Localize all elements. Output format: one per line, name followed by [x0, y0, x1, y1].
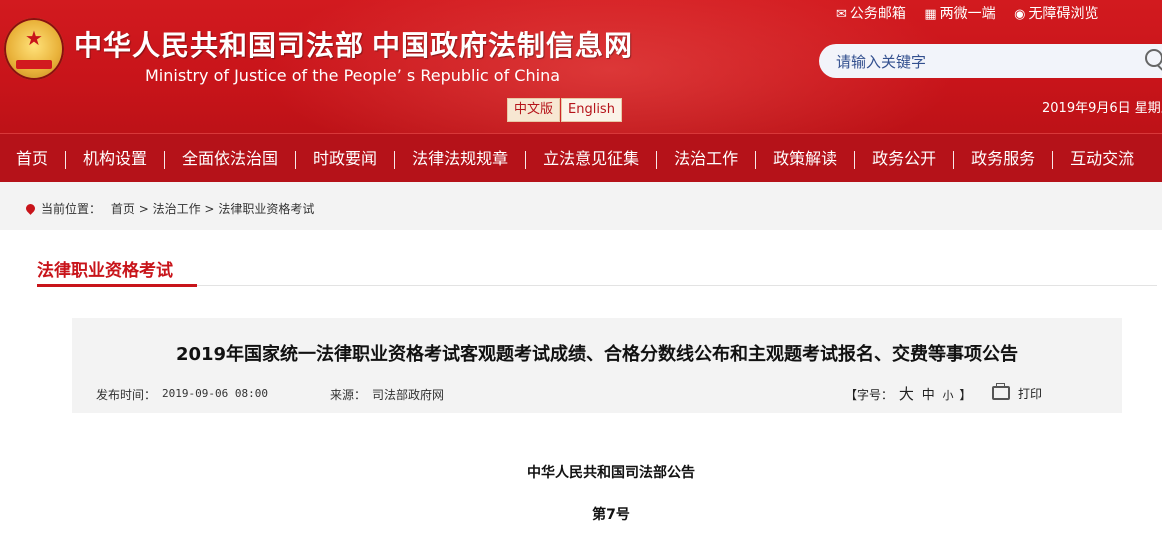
publish-time: 2019-09-06 08:00	[162, 387, 268, 400]
search-input[interactable]	[834, 50, 1138, 74]
print-label: 打印	[1018, 387, 1043, 401]
mail-icon: ✉	[836, 7, 847, 22]
font-size-label-end: 】	[959, 388, 972, 402]
nav-separator	[953, 150, 955, 169]
breadcrumb: 当前位置： 首页 > 法治工作 > 法律职业资格考试	[24, 200, 314, 217]
article-title: 2019年国家统一法律职业资格考试客观题考试成绩、合格分数线公布和主观题考试报名…	[175, 344, 1019, 365]
article-header: 2019年国家统一法律职业资格考试客观题考试成绩、合格分数线公布和主观题考试报名…	[72, 318, 1122, 413]
breadcrumb-bar: 当前位置： 首页 > 法治工作 > 法律职业资格考试	[0, 182, 1162, 230]
eye-icon: ◉	[1014, 7, 1026, 22]
breadcrumb-separator: >	[138, 202, 149, 216]
nav-separator	[854, 150, 856, 169]
location-pin-icon	[24, 202, 37, 215]
breadcrumb-label: 当前位置：	[41, 202, 102, 216]
nav-item-policy[interactable]: 政策解读	[773, 134, 837, 183]
mail-link[interactable]: ✉ 公务邮箱	[836, 3, 906, 23]
site-header: ★ 中华人民共和国司法部 中国政府法制信息网 Ministry of Justi…	[0, 0, 1162, 133]
nav-item-laws[interactable]: 法律法规规章	[412, 134, 508, 183]
announcement-heading: 中华人民共和国司法部公告	[527, 465, 695, 481]
accessible-link[interactable]: ◉ 无障碍浏览	[1014, 3, 1098, 23]
print-button[interactable]: 打印	[992, 383, 1043, 402]
site-title[interactable]: 中华人民共和国司法部 中国政府法制信息网	[74, 24, 633, 64]
grid-icon: ▦	[924, 7, 937, 22]
section-title: 法律职业资格考试	[37, 261, 173, 281]
publish-time-label: 发布时间：	[96, 388, 157, 402]
emblem-logo[interactable]: ★	[4, 18, 64, 80]
source-value: 司法部政府网	[372, 388, 445, 402]
font-size-large-button[interactable]: 大	[899, 385, 914, 403]
nav-item-legislation-opinions[interactable]: 立法意见征集	[543, 134, 639, 183]
star-icon: ★	[25, 26, 43, 50]
nav-item-open-affairs[interactable]: 政务公开	[872, 134, 936, 183]
emblem-banner	[16, 60, 52, 69]
breadcrumb-item-legal-work[interactable]: 法治工作	[153, 202, 201, 216]
section-underline	[37, 284, 197, 287]
breadcrumb-item-home[interactable]: 首页	[111, 202, 135, 216]
nav-separator	[295, 150, 297, 169]
top-links: ✉ 公务邮箱 ▦ 两微一端 ◉ 无障碍浏览	[836, 3, 1112, 23]
nav-item-home[interactable]: 首页	[16, 134, 48, 183]
font-size-label: 【字号：	[845, 388, 894, 402]
breadcrumb-item-current[interactable]: 法律职业资格考试	[218, 202, 314, 216]
font-size-small-button[interactable]: 小	[943, 389, 954, 402]
announcement-number: 第7号	[592, 507, 630, 523]
font-size-selector: 【字号： 大 中 小 】	[845, 383, 971, 404]
mobile-link-label: 两微一端	[939, 6, 996, 22]
breadcrumb-separator: >	[204, 202, 215, 216]
source-label: 来源：	[330, 388, 367, 402]
nav-separator	[65, 150, 67, 169]
accessible-link-label: 无障碍浏览	[1028, 6, 1099, 22]
search-icon[interactable]	[1145, 49, 1162, 67]
nav-separator	[525, 150, 527, 169]
lang-chinese-button[interactable]: 中文版	[507, 98, 561, 122]
lang-english-button[interactable]: English	[561, 98, 622, 122]
nav-item-rule-of-law[interactable]: 全面依法治国	[182, 134, 278, 183]
font-size-medium-button[interactable]: 中	[922, 388, 935, 403]
section-divider	[37, 285, 1157, 286]
nav-item-legal-work[interactable]: 法治工作	[674, 134, 738, 183]
nav-separator	[656, 150, 658, 169]
nav-separator	[755, 150, 757, 169]
nav-separator	[394, 150, 396, 169]
current-date: 2019年9月6日 星期五	[1042, 101, 1162, 116]
nav-item-services[interactable]: 政务服务	[971, 134, 1035, 183]
search-box	[819, 44, 1162, 78]
nav-separator	[164, 150, 166, 169]
mobile-link[interactable]: ▦ 两微一端	[924, 3, 995, 23]
site-subtitle-english: Ministry of Justice of the People’ s Rep…	[145, 66, 561, 85]
nav-item-news[interactable]: 时政要闻	[313, 134, 377, 183]
nav-separator	[1052, 150, 1054, 169]
mail-link-label: 公务邮箱	[849, 6, 906, 22]
nav-list: 首页 机构设置 全面依法治国 时政要闻 法律法规规章 立法意见征集 法治工作 政策解读 政务公开…	[0, 134, 1134, 183]
nav-item-institutions[interactable]: 机构设置	[83, 134, 147, 183]
printer-icon	[992, 383, 1010, 400]
main-nav: 首页 机构设置 全面依法治国 时政要闻 法律法规规章 立法意见征集 法治工作 政策解读 政务公开…	[0, 133, 1162, 183]
nav-item-interaction[interactable]: 互动交流	[1070, 134, 1134, 183]
